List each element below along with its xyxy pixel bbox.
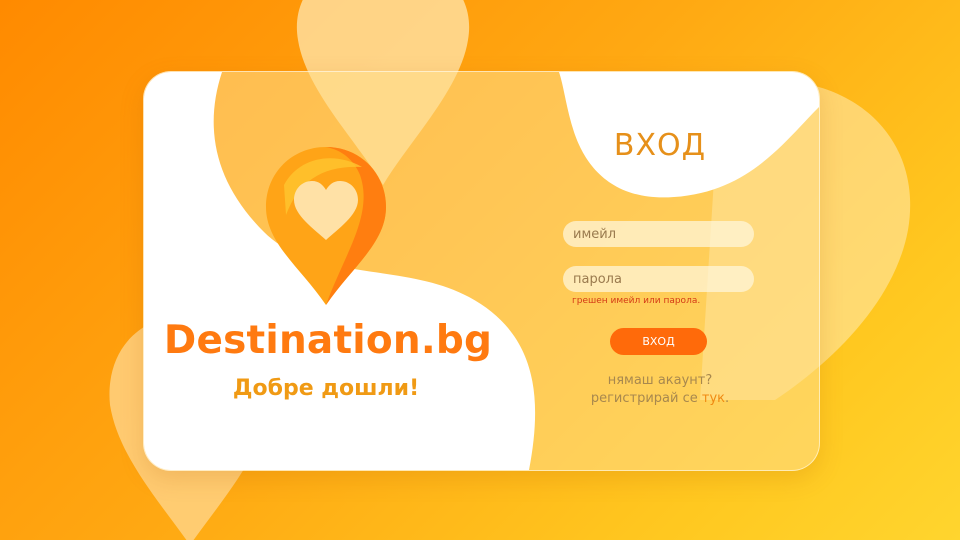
welcome-text: Добре дошли!: [232, 376, 420, 401]
password-input[interactable]: [563, 266, 754, 292]
heart-location-pin-icon: [266, 147, 386, 305]
login-title: ВХОД: [613, 128, 707, 163]
register-link[interactable]: тук: [702, 391, 725, 406]
email-input[interactable]: [563, 221, 754, 247]
register-suffix: .: [725, 391, 730, 406]
register-prefix: регистрирай се: [590, 391, 702, 406]
error-message: грешен имейл или парола.: [572, 296, 701, 306]
register-text: регистрирай се тук.: [560, 391, 760, 406]
no-account-text: нямаш акаунт?: [607, 373, 713, 388]
brand-name: Destination.bg: [163, 318, 493, 363]
login-button[interactable]: ВХОД: [610, 328, 707, 355]
